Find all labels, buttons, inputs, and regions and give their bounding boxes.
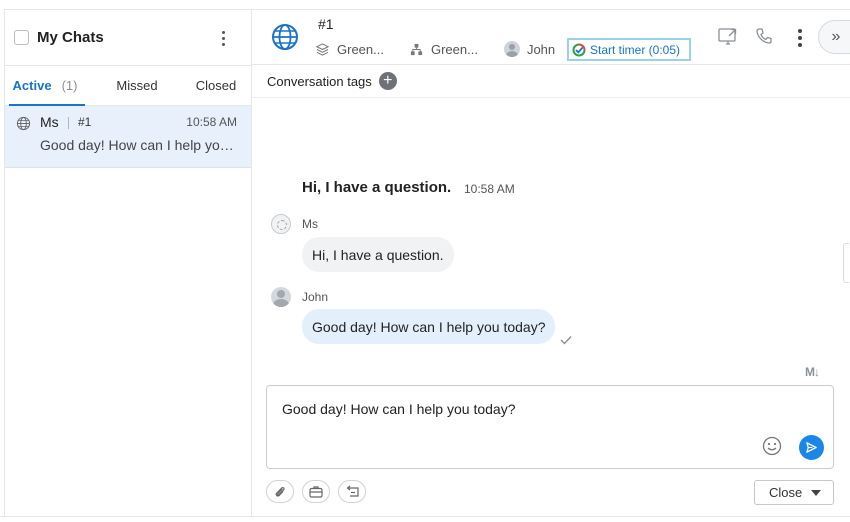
agent-name: John	[526, 41, 556, 57]
expand-panel-button[interactable]: »	[818, 20, 850, 54]
phone-icon[interactable]	[755, 27, 773, 45]
agent-avatar	[271, 287, 291, 307]
screen-share-icon[interactable]	[718, 27, 738, 45]
conversation-tags-bar: Conversation tags +	[252, 65, 850, 98]
sidebar-title: My Chats	[37, 29, 104, 46]
message-summary: Hi, I have a question.	[302, 179, 452, 196]
start-timer-button[interactable]: Start timer (0:05)	[567, 38, 691, 61]
hierarchy-icon	[410, 43, 423, 55]
outgoing-message: Good day! How can I help you today?	[302, 309, 556, 344]
briefcase-icon	[309, 486, 323, 498]
transfer-icon	[346, 485, 359, 497]
emoji-icon[interactable]	[762, 436, 782, 456]
transfer-chat-button[interactable]	[338, 480, 366, 503]
frame-divider	[0, 516, 850, 517]
globe-icon	[272, 24, 298, 50]
composer-input[interactable]: Good day! How can I help you today?	[282, 401, 515, 417]
message-sender: Ms	[271, 214, 318, 234]
attach-button[interactable]	[266, 480, 294, 503]
caret-down-icon	[811, 490, 821, 496]
chat-preview: Good day! How can I help you today?	[40, 137, 236, 153]
visitor-avatar	[271, 214, 291, 234]
message-composer[interactable]: Good day! How can I help you today?	[266, 385, 834, 469]
select-all-checkbox[interactable]	[14, 30, 29, 45]
tab-missed-label: Missed	[116, 78, 158, 93]
send-icon	[806, 442, 817, 453]
globe-icon	[16, 116, 31, 131]
canned-responses-button[interactable]	[302, 480, 330, 503]
layers-icon	[316, 42, 329, 56]
timer-check-icon	[572, 43, 586, 56]
tab-closed-label: Closed	[195, 78, 237, 93]
incoming-message: Hi, I have a question.	[302, 237, 454, 272]
tab-closed[interactable]: Closed	[189, 66, 243, 105]
agent-info[interactable]: John	[503, 41, 556, 57]
close-chat-label: Close	[769, 485, 803, 500]
chat-list-sidebar: My Chats Active (1) Missed Closed Ms #1 …	[4, 9, 252, 516]
chat-list-item[interactable]: Ms #1 10:58 AM Good day! How can I help …	[5, 106, 251, 168]
delivered-check-icon	[560, 336, 572, 345]
sender-name: John	[302, 290, 329, 304]
group-info[interactable]: Green...	[410, 42, 478, 57]
sender-name: Ms	[302, 217, 318, 231]
conversation-tags-label: Conversation tags	[267, 73, 372, 89]
chat-visitor-name: Ms	[40, 114, 59, 130]
paperclip-icon	[275, 486, 285, 497]
add-tag-button[interactable]: +	[378, 72, 397, 90]
chat-time: 10:58 AM	[186, 115, 237, 129]
chat-panel: #1 Green... Green... John Start timer (0…	[252, 9, 850, 516]
close-chat-button[interactable]: Close	[754, 480, 834, 505]
group-name: Green...	[430, 41, 478, 57]
department-name: Green...	[337, 41, 384, 57]
chat-tabs: Active (1) Missed Closed	[5, 66, 251, 106]
chevron-double-right-icon: »	[831, 28, 841, 45]
tab-active[interactable]: Active (1)	[5, 66, 85, 106]
sidebar-more-icon[interactable]	[215, 28, 231, 48]
message-sender: John	[271, 287, 328, 307]
chat-meta: Green... Green... John	[316, 41, 581, 57]
chat-header: #1 Green... Green... John Start timer (0…	[252, 9, 850, 65]
more-options-icon[interactable]	[796, 28, 804, 48]
agent-avatar	[503, 41, 520, 57]
tab-missed[interactable]: Missed	[85, 66, 189, 105]
divider	[68, 117, 69, 129]
chat-number: #1	[78, 115, 92, 129]
message-summary-time: 10:58 AM	[464, 182, 515, 196]
chat-title: #1	[318, 16, 334, 32]
markdown-icon[interactable]: M↓	[805, 365, 820, 379]
panel-resize-handle[interactable]	[843, 243, 849, 283]
tab-active-label: Active	[12, 78, 52, 93]
timer-label: Start timer (0:05)	[590, 42, 681, 57]
send-button[interactable]	[799, 435, 824, 460]
tab-active-count: (1)	[61, 78, 78, 93]
sidebar-header: My Chats	[5, 10, 251, 66]
department-info[interactable]: Green...	[316, 42, 384, 57]
